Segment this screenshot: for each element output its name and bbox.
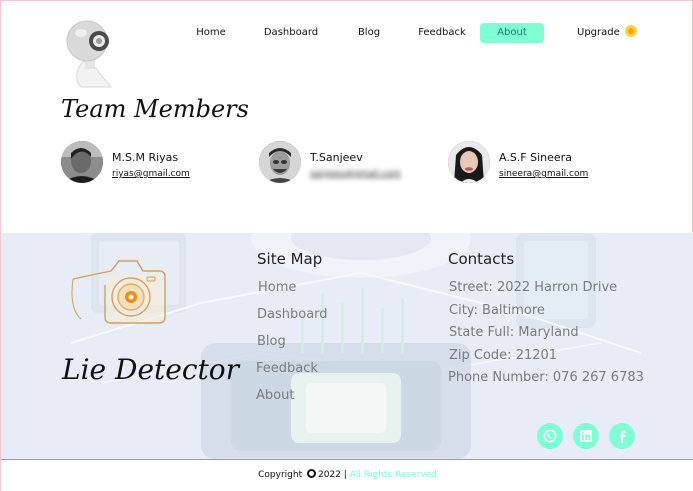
webcam-logo-icon[interactable] — [61, 19, 121, 91]
nav-dashboard[interactable]: Dashboard — [259, 23, 323, 43]
member-name: M.S.M Riyas — [112, 151, 179, 164]
contact-street: Street: 2022 Harron Drive — [449, 280, 618, 295]
page-title: Team Members — [61, 95, 249, 123]
avatar — [61, 141, 103, 183]
nav-blog[interactable]: Blog — [349, 23, 389, 43]
member-email-link[interactable]: sineera@gmail.com — [499, 169, 588, 179]
nav-upgrade[interactable]: Upgrade — [577, 23, 649, 43]
copyright-label: Copyright — [258, 470, 303, 480]
coin-icon — [624, 25, 637, 37]
copyright-icon — [306, 469, 316, 478]
copyright-year: 2022 — [317, 470, 341, 480]
footer-link-blog[interactable]: Blog — [257, 334, 286, 349]
avatar — [448, 141, 490, 183]
contact-zip: Zip Code: 21201 — [449, 348, 558, 363]
linkedin-icon[interactable] — [573, 423, 599, 449]
member-name: T.Sanjeev — [310, 151, 363, 164]
camera-logo-icon — [71, 249, 171, 339]
copyright-bar: Copyright 2022 | All Rights Reserved — [1, 459, 693, 491]
upgrade-label: Upgrade — [577, 27, 620, 38]
rights-text: All Rights Reserved — [349, 470, 437, 480]
team-member-card: T.Sanjeev sanjeev@gmail.com — [259, 141, 449, 187]
main-nav: Home Dashboard Blog Feedback About Upgra… — [181, 23, 651, 43]
whatsapp-icon[interactable] — [537, 423, 563, 449]
footer-link-dashboard[interactable]: Dashboard — [257, 307, 328, 322]
member-name: A.S.F Sineera — [499, 151, 572, 164]
nav-about[interactable]: About — [480, 23, 544, 43]
member-email-link[interactable]: riyas@gmail.com — [112, 169, 190, 179]
nav-home[interactable]: Home — [189, 23, 233, 43]
footer-link-home[interactable]: Home — [258, 280, 296, 295]
contacts-title: Contacts — [448, 250, 515, 268]
footer-link-about[interactable]: About — [256, 388, 294, 403]
sitemap-title: Site Map — [257, 250, 323, 268]
contact-city: City: Baltimore — [449, 303, 545, 318]
brand-name: Lie Detector — [62, 353, 240, 386]
nav-feedback[interactable]: Feedback — [413, 23, 471, 43]
avatar — [259, 141, 301, 183]
copyright-separator: | — [343, 470, 347, 480]
facebook-icon[interactable] — [609, 423, 635, 449]
footer-link-feedback[interactable]: Feedback — [256, 361, 318, 376]
contact-state: State Full: Maryland — [449, 325, 579, 340]
site-footer: Lie Detector Site Map Home Dashboard Blo… — [1, 233, 693, 459]
team-member-card: M.S.M Riyas riyas@gmail.com — [61, 141, 251, 187]
member-email-link[interactable]: sanjeev@gmail.com — [310, 169, 401, 179]
team-member-card: A.S.F Sineera sineera@gmail.com — [448, 141, 638, 187]
contact-phone: Phone Number: 076 267 6783 — [448, 370, 644, 385]
